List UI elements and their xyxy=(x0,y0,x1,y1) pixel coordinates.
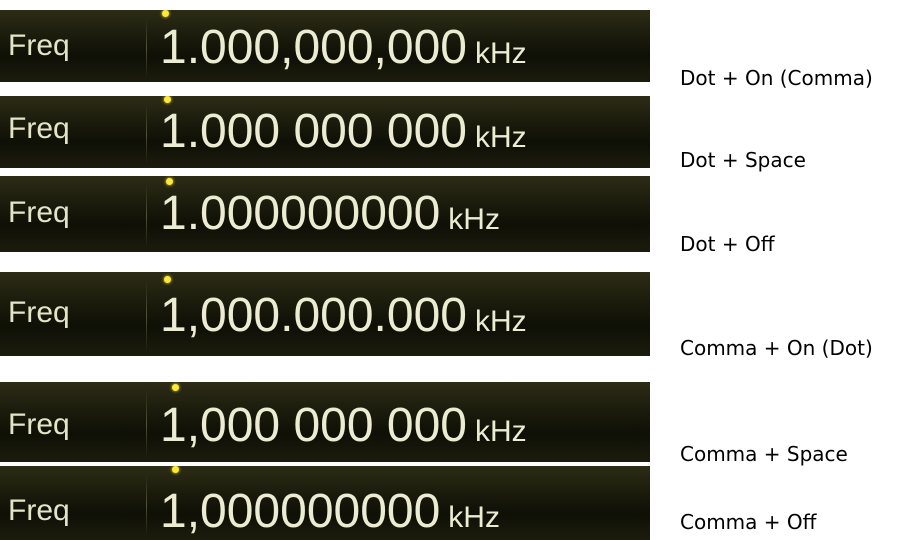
frequency-unit: kHz xyxy=(474,121,527,154)
digit-cursor-dot xyxy=(172,384,179,391)
frequency-display-dot-space: Freq 1.000 000 000 kHz xyxy=(0,96,650,168)
frequency-unit: kHz xyxy=(448,501,500,534)
frequency-digits: 1,000 000 000 xyxy=(160,399,467,452)
frequency-value: 1,000 000 000 kHz xyxy=(160,402,527,450)
frequency-value: 1,000000000 kHz xyxy=(160,488,500,536)
freq-label: Freq xyxy=(8,494,70,527)
frequency-digits: 1.000000000 xyxy=(160,187,441,240)
display-divider xyxy=(146,280,147,352)
frequency-digits: 1,000.000.000 xyxy=(160,289,467,342)
frequency-unit: kHz xyxy=(474,305,527,338)
format-caption-dot-space: Dot + Space xyxy=(680,148,806,172)
frequency-value: 1.000000000 kHz xyxy=(160,190,500,238)
digit-cursor-dot xyxy=(164,96,171,103)
freq-label: Freq xyxy=(8,296,70,329)
freq-label: Freq xyxy=(8,408,70,441)
digit-cursor-dot xyxy=(172,466,179,473)
frequency-digits: 1,000000000 xyxy=(160,485,441,538)
digit-cursor-dot xyxy=(164,276,171,283)
frequency-digits: 1.000,000,000 xyxy=(160,21,467,74)
frequency-display-dot-on-comma: Freq 1.000,000,000 kHz xyxy=(0,10,650,82)
frequency-value: 1,000.000.000 kHz xyxy=(160,292,527,340)
display-divider xyxy=(146,184,147,248)
frequency-display-comma-on-dot: Freq 1,000.000.000 kHz xyxy=(0,272,650,356)
frequency-unit: kHz xyxy=(448,203,500,236)
frequency-digits: 1.000 000 000 xyxy=(160,105,467,158)
frequency-value: 1.000,000,000 kHz xyxy=(160,24,527,72)
frequency-display-comma-space: Freq 1,000 000 000 kHz xyxy=(0,382,650,462)
freq-label: Freq xyxy=(8,112,70,145)
digit-cursor-dot xyxy=(166,178,173,185)
digit-cursor-dot xyxy=(162,10,169,17)
frequency-unit: kHz xyxy=(474,415,527,448)
display-divider xyxy=(146,18,147,78)
format-caption-comma-off: Comma + Off xyxy=(680,510,817,534)
format-caption-comma-space: Comma + Space xyxy=(680,442,848,466)
display-divider xyxy=(146,390,147,458)
frequency-value: 1.000 000 000 kHz xyxy=(160,108,527,156)
format-caption-comma-on-dot: Comma + On (Dot) xyxy=(680,336,873,360)
frequency-display-dot-off: Freq 1.000000000 kHz xyxy=(0,176,650,252)
format-caption-dot-off: Dot + Off xyxy=(680,232,775,256)
freq-label: Freq xyxy=(8,29,70,62)
display-divider xyxy=(146,104,147,164)
frequency-unit: kHz xyxy=(474,37,527,70)
format-caption-dot-on-comma: Dot + On (Comma) xyxy=(680,66,873,90)
frequency-display-comma-off: Freq 1,000000000 kHz xyxy=(0,466,650,540)
freq-label: Freq xyxy=(8,196,70,229)
display-divider xyxy=(146,474,147,536)
